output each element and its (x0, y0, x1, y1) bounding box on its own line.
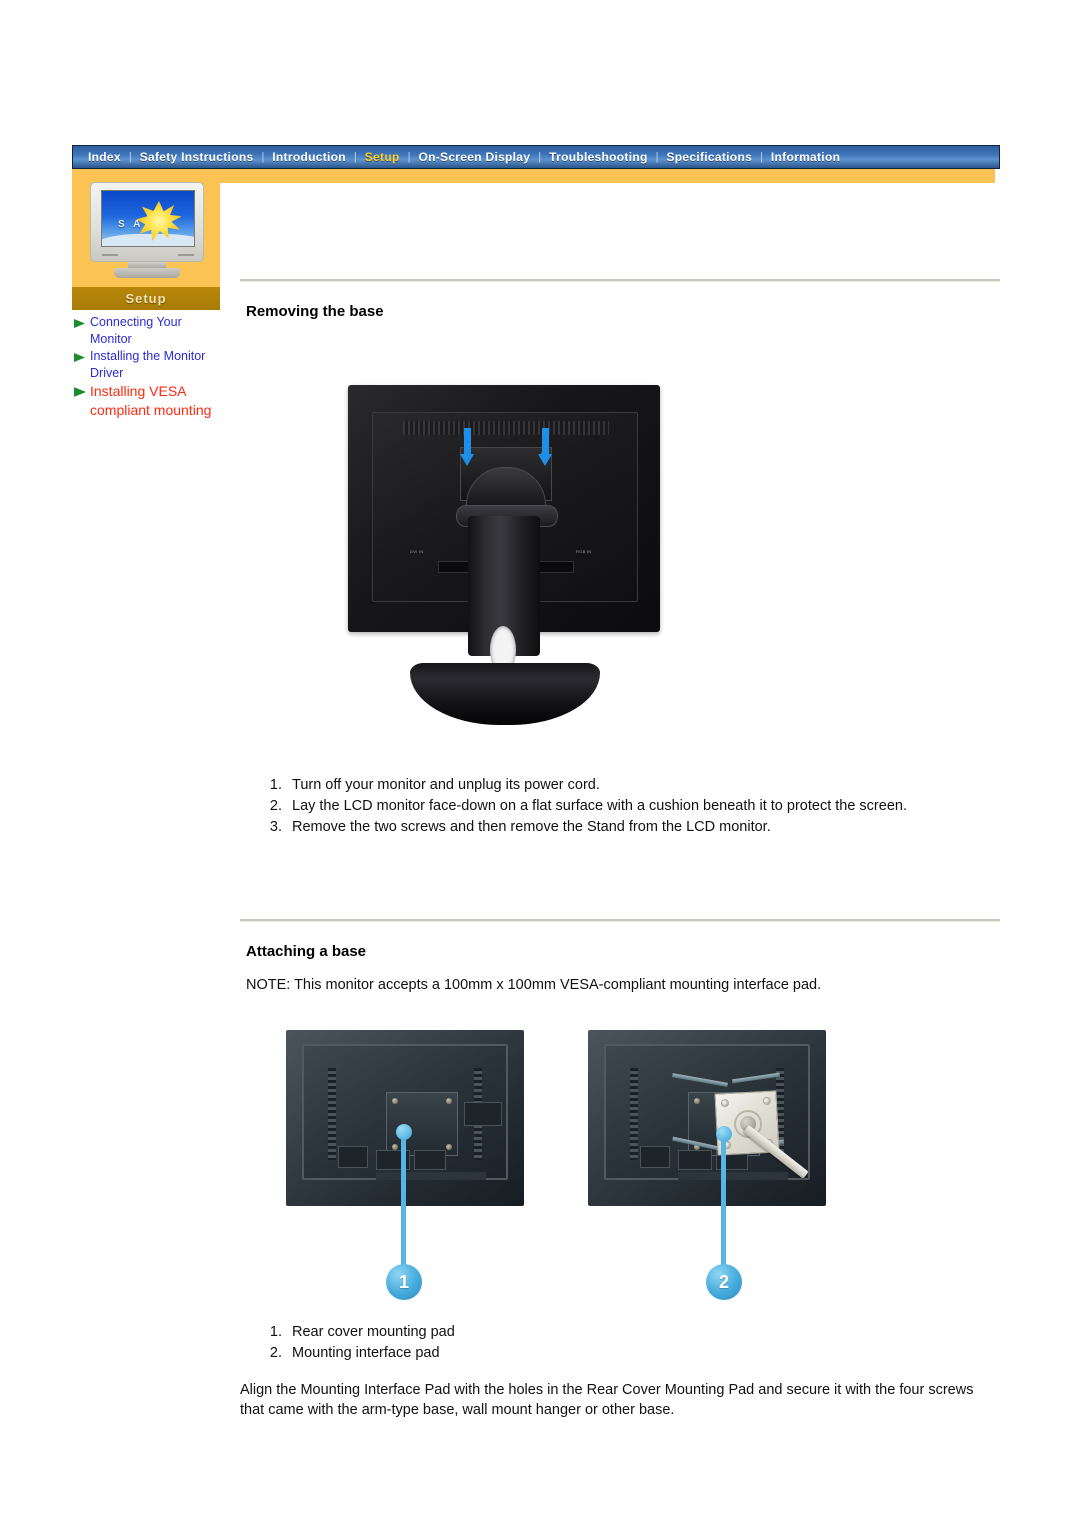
nav-item-on-screen-display[interactable]: On-Screen Display (411, 146, 537, 168)
list-text: Turn off your monitor and unplug its pow… (292, 777, 600, 793)
monitor-rear-view (588, 1030, 826, 1206)
list-number: 3. (269, 819, 282, 835)
nav-item-introduction[interactable]: Introduction (265, 146, 353, 168)
callout-line-1 (401, 1132, 406, 1268)
callout-anchor-dot-2 (716, 1126, 732, 1142)
list-item: 2. Lay the LCD monitor face-down on a fl… (256, 796, 976, 817)
port-label-left: DVI IN (410, 549, 424, 554)
arrow-right-icon (74, 319, 87, 328)
arrow-right-icon (74, 353, 87, 362)
callout-line-2 (721, 1134, 726, 1268)
page-root: Index | Safety Instructions | Introducti… (0, 0, 1080, 1528)
removing-base-steps: 1. Turn off your monitor and unplug its … (256, 775, 976, 838)
ventilation-grille (403, 421, 609, 435)
sidebar-item-label: Installing the Monitor Driver (90, 349, 206, 380)
vent-slots-left (328, 1068, 336, 1160)
crt-screen: S A M S (101, 190, 195, 247)
list-text: Remove the two screws and then remove th… (292, 819, 771, 835)
list-number: 2. (269, 1345, 282, 1361)
figure-attaching-base: 1 2 (238, 1020, 1000, 1312)
nav-item-index[interactable]: Index (81, 146, 128, 168)
stand-base (410, 663, 600, 725)
list-item: 1. Rear cover mounting pad (256, 1322, 856, 1343)
crt-control-strip (102, 254, 194, 256)
sidebar-item-connecting-your-monitor[interactable]: Connecting Your Monitor (74, 314, 224, 347)
figure-mounting-interface-pad: 2 (588, 1020, 828, 1312)
list-item: 2. Mounting interface pad (256, 1343, 856, 1364)
nav-item-safety-instructions[interactable]: Safety Instructions (133, 146, 261, 168)
list-text: Rear cover mounting pad (292, 1324, 455, 1340)
callout-badge-2: 2 (706, 1264, 742, 1300)
attaching-instruction-paragraph: Align the Mounting Interface Pad with th… (240, 1382, 974, 1418)
rear-cover-mounting-pad (386, 1092, 458, 1156)
lower-strip (678, 1172, 788, 1180)
list-number: 1. (269, 1324, 282, 1340)
nav-item-troubleshooting[interactable]: Troubleshooting (542, 146, 655, 168)
sidebar-link-list: Connecting Your Monitor Installing the M… (74, 314, 224, 420)
figure-removing-base: DVI IN RGB IN (344, 383, 666, 735)
list-number: 2. (269, 798, 282, 814)
arrow-right-icon (74, 387, 87, 397)
divider-top (240, 279, 1000, 282)
nav-item-setup[interactable]: Setup (358, 146, 407, 168)
connector-bay-left (640, 1146, 670, 1168)
callout-badge-1: 1 (386, 1264, 422, 1300)
connector-bay-left (338, 1146, 368, 1168)
list-item: 1. Turn off your monitor and unplug its … (256, 775, 976, 796)
list-text: Mounting interface pad (292, 1345, 440, 1361)
port-label-right: RGB IN (576, 549, 592, 554)
divider-middle (240, 919, 1000, 922)
arrow-down-icon-left (460, 428, 474, 466)
section-title-attaching-a-base: Attaching a base (246, 943, 367, 960)
list-number: 1. (269, 777, 282, 793)
sidebar-item-label: Connecting Your Monitor (90, 315, 182, 346)
callout-anchor-dot-1 (396, 1124, 412, 1140)
vent-slots-left (630, 1068, 638, 1160)
top-navigation: Index | Safety Instructions | Introducti… (72, 145, 1000, 169)
samsung-monitor-logo: S A M S (90, 182, 204, 278)
section-title-removing-the-base: Removing the base (246, 303, 384, 320)
connector-bay-right (414, 1150, 446, 1170)
connector-bay-mid (678, 1150, 712, 1170)
rear-panel-block (464, 1102, 502, 1126)
sidebar-item-label: Installing VESA compliant mounting (90, 383, 212, 418)
crt-foot (114, 268, 180, 278)
attaching-base-steps: 1. Rear cover mounting pad 2. Mounting i… (256, 1322, 856, 1364)
crt-body: S A M S (90, 182, 204, 262)
nav-item-information[interactable]: Information (764, 146, 847, 168)
content-panel-corner (220, 183, 1000, 213)
list-item: 3. Remove the two screws and then remove… (256, 817, 976, 838)
crt-hill-graphic (102, 234, 194, 246)
sidebar-tab-label: Setup (125, 291, 167, 306)
vesa-note-text: NOTE: This monitor accepts a 100mm x 100… (246, 977, 822, 993)
sidebar-item-installing-the-monitor-driver[interactable]: Installing the Monitor Driver (74, 348, 224, 381)
sidebar-item-installing-vesa-compliant-mounting[interactable]: Installing VESA compliant mounting (74, 382, 224, 419)
figure-rear-cover-mounting-pad: 1 (286, 1020, 526, 1312)
sidebar-section-tab-setup: Setup (72, 287, 220, 310)
lower-strip (376, 1172, 486, 1180)
nav-item-specifications[interactable]: Specifications (659, 146, 759, 168)
list-text: Lay the LCD monitor face-down on a flat … (292, 798, 907, 814)
arrow-down-icon-right (538, 428, 552, 466)
